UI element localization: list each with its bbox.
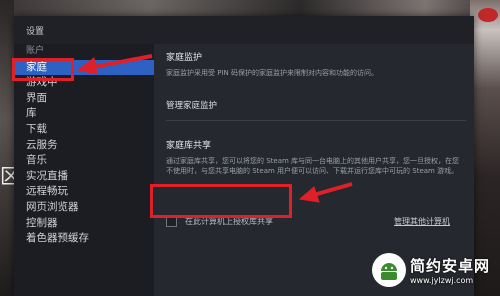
- background-image-left: [0, 0, 14, 296]
- authorize-sharing-row[interactable]: 在此计算机上授权库共享: [166, 212, 273, 230]
- watermark-title: 简约安卓网: [410, 257, 491, 275]
- sidebar-item-music[interactable]: 音乐: [14, 153, 154, 169]
- sidebar-item-web-browser[interactable]: 网页浏览器: [14, 200, 154, 216]
- sidebar-item-remote-play[interactable]: 远程畅玩: [14, 184, 154, 200]
- sidebar-item-in-game[interactable]: 游戏中: [14, 75, 154, 91]
- sidebar-item-downloads[interactable]: 下载: [14, 122, 154, 138]
- background-image-top: [0, 0, 500, 16]
- sidebar-item-family[interactable]: 家庭: [14, 59, 154, 76]
- section-divider: [166, 120, 466, 121]
- manage-other-computers-link[interactable]: 管理其他计算机: [394, 216, 450, 227]
- sidebar-item-account[interactable]: 账户: [14, 44, 154, 60]
- sidebar-item-broadcasting[interactable]: 实况直播: [14, 169, 154, 185]
- library-sharing-title: 家庭库共享: [166, 141, 212, 151]
- sidebar-item-shader-cache[interactable]: 着色器预缓存: [14, 231, 154, 247]
- library-sharing-description: 通过家庭库共享，您可以将您的 Steam 库与同一台电脑上的其他用户共享，您一旦…: [166, 157, 460, 175]
- watermark-url: www.jylzwj.com: [410, 276, 474, 285]
- sidebar-item-cloud[interactable]: 云服务: [14, 138, 154, 154]
- settings-sidebar: 账户 家庭 游戏中 界面 库 下载 云服务 音乐 实况直播 远程畅玩 网页浏览器…: [14, 44, 154, 296]
- family-view-title: 家庭监护: [166, 53, 203, 63]
- family-view-description: 家庭监护采用受 PIN 码保护的家庭监护来限制对内容和功能的访问。: [166, 69, 378, 77]
- watermark: 简约安卓网 www.jylzwj.com: [372, 248, 496, 292]
- manage-family-view-link[interactable]: 管理家庭监护: [166, 99, 217, 111]
- authorize-sharing-label[interactable]: 在此计算机上授权库共享: [185, 216, 273, 227]
- dialog-title: 设置: [26, 27, 45, 37]
- sidebar-item-library[interactable]: 库: [14, 106, 154, 122]
- android-robot-icon: [372, 253, 406, 287]
- background-decoration: [478, 8, 498, 22]
- sidebar-item-controller[interactable]: 控制器: [14, 216, 154, 232]
- authorize-sharing-checkbox[interactable]: [166, 215, 177, 227]
- sidebar-item-interface[interactable]: 界面: [14, 91, 154, 107]
